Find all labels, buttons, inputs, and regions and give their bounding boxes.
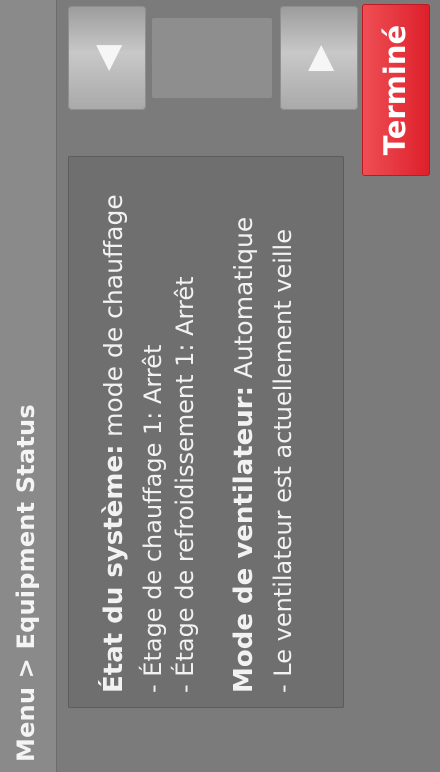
system-state-value: mode de chauffage <box>99 194 128 437</box>
system-state-label: État du système: <box>99 444 129 693</box>
breadcrumb-bar: Menu > Equipment Status <box>0 0 57 772</box>
triangle-right-icon: ▶ <box>299 44 339 72</box>
done-button-label: Terminé <box>378 24 412 156</box>
fan-mode-label: Mode de ventilateur: <box>229 385 259 693</box>
heating-stage-line: - Étage de chauffage 1: Arrêt <box>139 344 167 693</box>
fan-mode-line: Mode de ventilateur: Automatique <box>229 217 259 693</box>
scroll-track[interactable] <box>152 18 272 98</box>
scroll-nav: ◀ ▶ <box>68 4 358 110</box>
system-state-line: État du système: mode de chauffage <box>99 194 129 693</box>
scroll-down-button[interactable]: ▶ <box>280 6 358 110</box>
done-button[interactable]: Terminé <box>362 4 430 176</box>
thermostat-screen: Menu > Equipment Status État du système:… <box>0 0 440 772</box>
breadcrumb: Menu > Equipment Status <box>12 404 40 762</box>
fan-status-line: - Le ventilateur est actuellement veille <box>269 229 297 693</box>
equipment-status-panel: État du système: mode de chauffage - Éta… <box>68 156 344 708</box>
triangle-left-icon: ◀ <box>87 44 127 72</box>
fan-mode-value: Automatique <box>229 216 258 379</box>
scroll-up-button[interactable]: ◀ <box>68 6 146 110</box>
cooling-stage-line: - Étage de refroidissement 1: Arrêt <box>171 276 199 693</box>
screen-content: Menu > Equipment Status État du système:… <box>0 0 440 772</box>
